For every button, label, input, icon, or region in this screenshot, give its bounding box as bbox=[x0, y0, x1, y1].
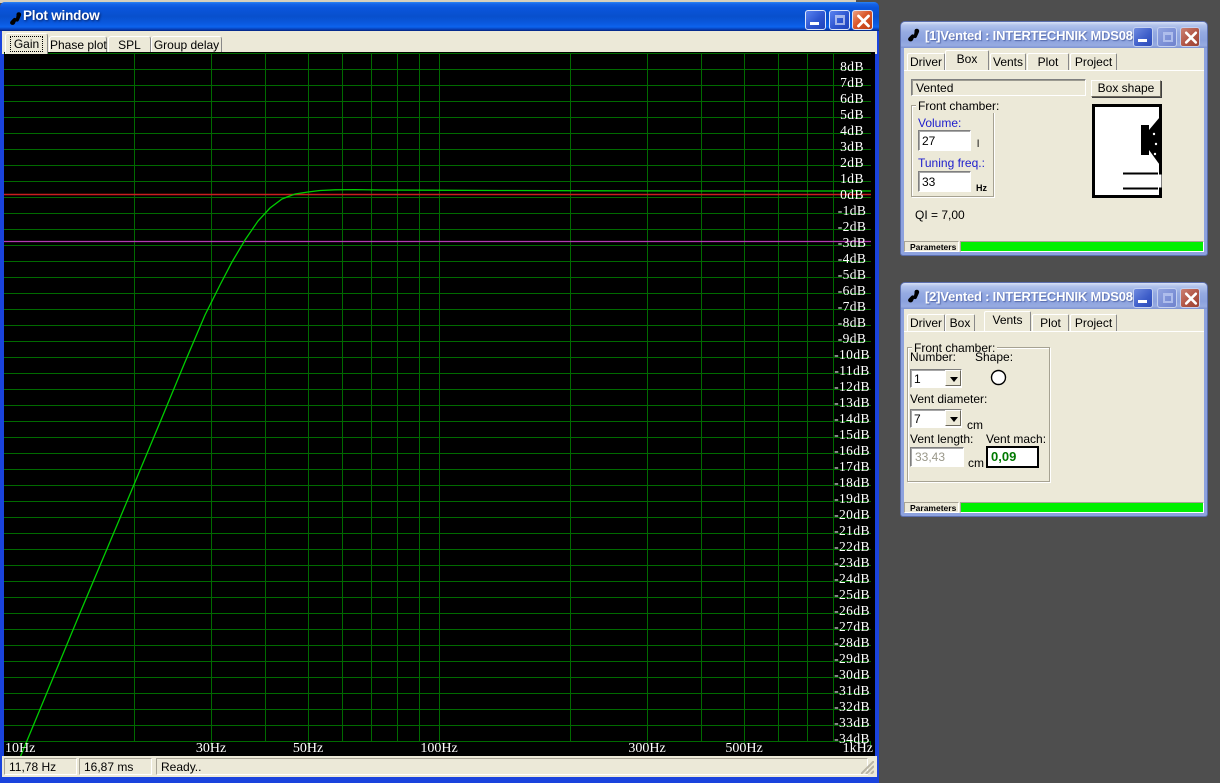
svg-text:-27dB: -27dB bbox=[834, 619, 870, 634]
svg-text:7dB: 7dB bbox=[840, 75, 864, 90]
svg-text:-23dB: -23dB bbox=[834, 555, 870, 570]
svg-text:-17dB: -17dB bbox=[834, 459, 870, 474]
svg-text:3dB: 3dB bbox=[840, 139, 864, 154]
svg-text:100Hz: 100Hz bbox=[420, 741, 457, 756]
svg-text:-13dB: -13dB bbox=[834, 395, 870, 410]
svg-text:-24dB: -24dB bbox=[834, 571, 870, 586]
svg-text:-29dB: -29dB bbox=[834, 651, 870, 666]
svg-text:30Hz: 30Hz bbox=[196, 741, 226, 756]
svg-text:50Hz: 50Hz bbox=[293, 741, 323, 756]
svg-text:-2dB: -2dB bbox=[838, 219, 867, 234]
svg-text:-20dB: -20dB bbox=[834, 507, 870, 522]
svg-text:300Hz: 300Hz bbox=[628, 741, 665, 756]
svg-text:-9dB: -9dB bbox=[838, 331, 867, 346]
svg-text:-5dB: -5dB bbox=[838, 267, 867, 282]
svg-text:-6dB: -6dB bbox=[838, 283, 867, 298]
svg-text:-30dB: -30dB bbox=[834, 667, 870, 682]
svg-text:8dB: 8dB bbox=[840, 59, 864, 74]
svg-text:-10dB: -10dB bbox=[834, 347, 870, 362]
svg-text:-11dB: -11dB bbox=[834, 363, 869, 378]
svg-text:-18dB: -18dB bbox=[834, 475, 870, 490]
svg-text:-25dB: -25dB bbox=[834, 587, 870, 602]
svg-text:-15dB: -15dB bbox=[834, 427, 870, 442]
svg-text:-7dB: -7dB bbox=[838, 299, 867, 314]
svg-text:-16dB: -16dB bbox=[834, 443, 870, 458]
svg-text:-31dB: -31dB bbox=[834, 683, 870, 698]
svg-text:-1dB: -1dB bbox=[838, 203, 867, 218]
svg-text:-26dB: -26dB bbox=[834, 603, 870, 618]
svg-text:10Hz: 10Hz bbox=[5, 741, 35, 756]
svg-text:4dB: 4dB bbox=[840, 123, 864, 138]
svg-text:0dB: 0dB bbox=[840, 187, 864, 202]
svg-text:-21dB: -21dB bbox=[834, 523, 870, 538]
svg-text:-28dB: -28dB bbox=[834, 635, 870, 650]
svg-text:-19dB: -19dB bbox=[834, 491, 870, 506]
svg-text:-3dB: -3dB bbox=[838, 235, 867, 250]
svg-text:6dB: 6dB bbox=[840, 91, 864, 106]
svg-text:-32dB: -32dB bbox=[834, 699, 870, 714]
svg-text:-33dB: -33dB bbox=[834, 715, 870, 730]
svg-text:1dB: 1dB bbox=[840, 171, 864, 186]
svg-text:-22dB: -22dB bbox=[834, 539, 870, 554]
svg-text:-8dB: -8dB bbox=[838, 315, 867, 330]
svg-text:5dB: 5dB bbox=[840, 107, 864, 122]
svg-text:-12dB: -12dB bbox=[834, 379, 870, 394]
svg-text:500Hz: 500Hz bbox=[725, 741, 762, 756]
svg-text:-14dB: -14dB bbox=[834, 411, 870, 426]
svg-text:2dB: 2dB bbox=[840, 155, 864, 170]
svg-text:-4dB: -4dB bbox=[838, 251, 867, 266]
svg-text:1kHz: 1kHz bbox=[843, 741, 873, 756]
